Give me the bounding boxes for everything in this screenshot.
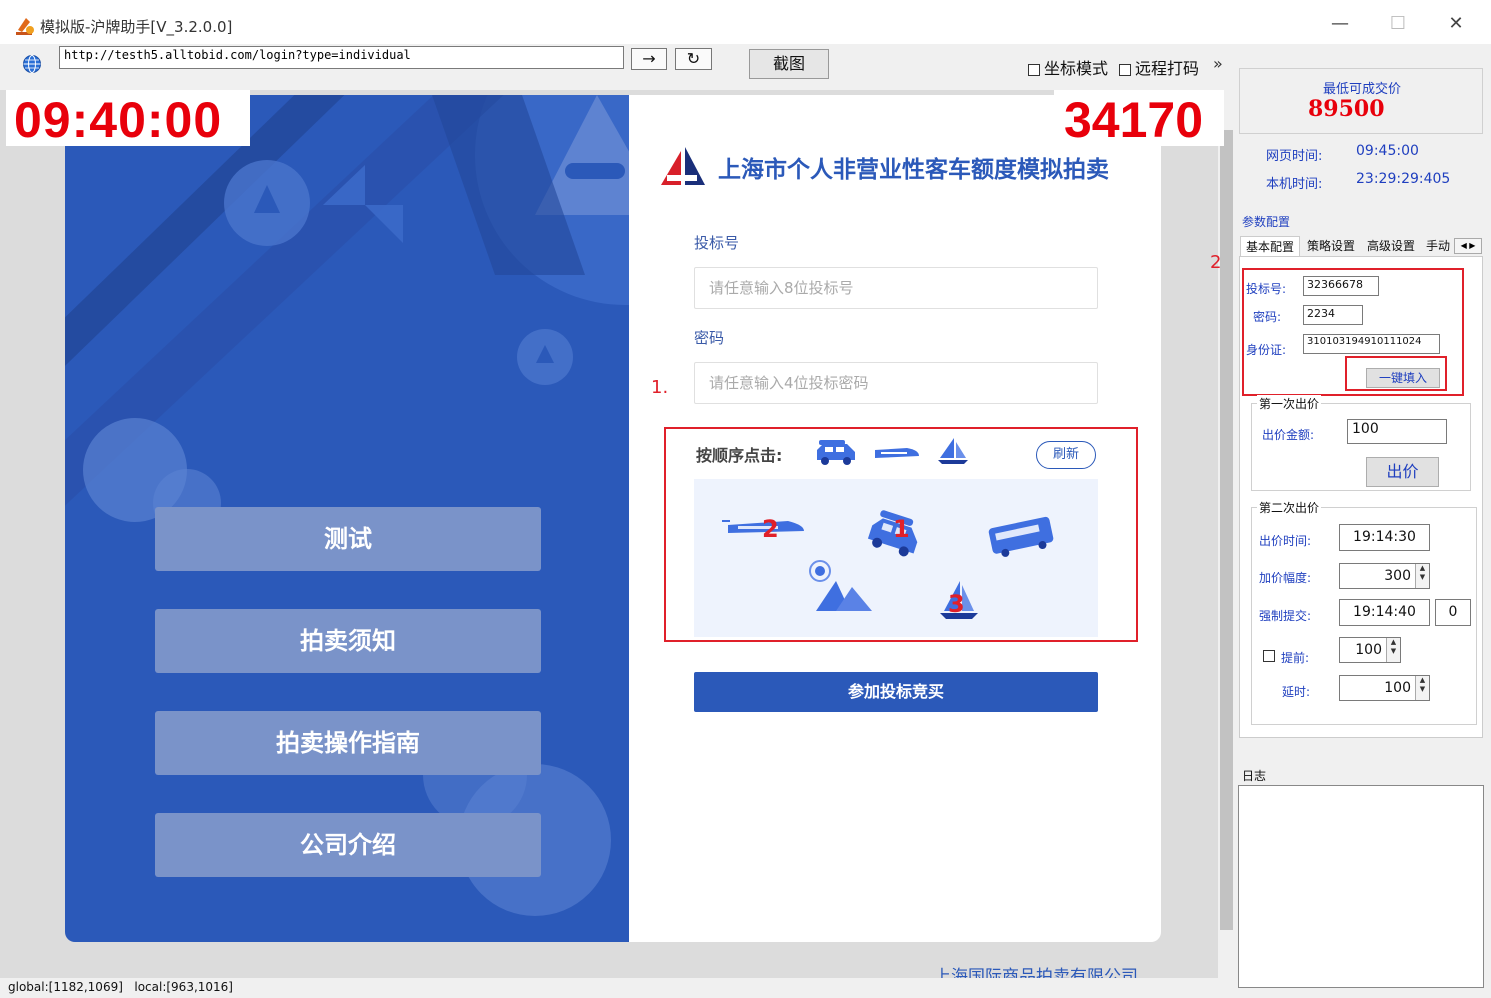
remote-captcha-checkbox[interactable]: 远程打码	[1119, 55, 1199, 79]
local-time-value: 23:29:29:405	[1356, 171, 1451, 187]
bid-time-label: 出价时间:	[1259, 534, 1312, 548]
force-submit-extra-input[interactable]: 0	[1435, 599, 1471, 626]
app-gavel-icon	[16, 18, 34, 35]
status-bar: global:[1182,1069] local:[963,1016]	[0, 978, 1235, 998]
checkbox-box[interactable]	[1028, 63, 1040, 76]
current-price-display: 34170	[1064, 92, 1204, 148]
checkbox-box[interactable]	[1119, 63, 1131, 76]
id-card-label: 身份证:	[1246, 343, 1287, 357]
page-title: 上海市个人非营业性客车额度模拟拍卖	[718, 157, 1109, 183]
password-label: 密码	[694, 329, 725, 347]
web-time-label: 网页时间:	[1266, 149, 1323, 164]
menu-auction-notice-button[interactable]: 拍卖须知	[155, 609, 541, 673]
tab-scroll-arrows[interactable]: ◀ ▶	[1454, 238, 1482, 254]
bid-no-input[interactable]: 32366678	[1303, 276, 1379, 296]
annotation-1: 1.	[651, 377, 669, 398]
url-input[interactable]: http://testh5.alltobid.com/login?type=in…	[59, 46, 624, 69]
second-bid-title: 第二次出价	[1257, 499, 1322, 516]
password-input[interactable]: 请任意输入4位投标密码	[694, 362, 1098, 404]
sailboat-icon	[938, 438, 968, 464]
force-submit-time-input[interactable]: 19:14:40	[1339, 599, 1430, 626]
bid-number-label: 投标号	[694, 234, 740, 252]
captcha-mountain-icon	[809, 560, 872, 611]
log-title: 日志	[1242, 769, 1267, 783]
delay-spinner[interactable]: ▲ ▼	[1415, 676, 1429, 700]
increment-label: 加价幅度:	[1259, 571, 1312, 585]
bid-amount-input[interactable]: 100	[1347, 419, 1447, 444]
tab-manual[interactable]: 手动	[1422, 236, 1454, 256]
captcha-image[interactable]	[694, 479, 1098, 637]
close-button[interactable]: ✕	[1434, 8, 1478, 40]
menu-guide-button[interactable]: 拍卖操作指南	[155, 711, 541, 775]
captcha-instruction: 按顺序点击:	[696, 446, 783, 465]
reload-button[interactable]: ↻	[675, 48, 712, 70]
globe-icon	[23, 55, 41, 73]
advance-checkbox[interactable]	[1263, 650, 1275, 662]
tab-strategy[interactable]: 策略设置	[1302, 236, 1360, 256]
train-icon	[875, 448, 919, 458]
one-click-fill-button[interactable]: 一键填入	[1366, 368, 1440, 388]
log-textarea[interactable]	[1238, 785, 1484, 988]
advance-spinner[interactable]: ▲ ▼	[1386, 638, 1400, 662]
increment-spinner[interactable]: ▲ ▼	[1415, 564, 1429, 588]
captcha-refresh-button[interactable]: 刷新	[1036, 441, 1096, 469]
captcha-order-1: 1	[893, 515, 910, 543]
web-time-value: 09:45:00	[1356, 143, 1419, 159]
menu-company-button[interactable]: 公司介绍	[155, 813, 541, 877]
annotation-2: 2	[1210, 252, 1222, 273]
bid-amount-label: 出价金额:	[1262, 428, 1315, 442]
captcha-scene	[722, 510, 1054, 619]
maximize-button[interactable]: ☐	[1376, 8, 1420, 40]
site-sail-logo-icon	[661, 147, 705, 185]
more-chevron-icon[interactable]: »	[1213, 54, 1223, 73]
local-coords: local:[963,1016]	[134, 980, 233, 994]
go-button[interactable]: →	[631, 48, 667, 70]
coord-mode-label: 坐标模式	[1044, 59, 1109, 78]
tab-basic[interactable]: 基本配置	[1240, 236, 1300, 256]
captcha-bus-icon	[988, 516, 1054, 557]
screenshot-button[interactable]: 截图	[749, 49, 829, 79]
join-bidding-button[interactable]: 参加投标竞买	[694, 672, 1098, 712]
advance-label: 提前:	[1281, 651, 1310, 665]
id-card-input[interactable]: 310103194910111024	[1303, 334, 1440, 354]
bid-time-input[interactable]: 19:14:30	[1339, 524, 1430, 551]
bid-no-label: 投标号:	[1246, 282, 1287, 296]
bid-button[interactable]: 出价	[1366, 457, 1439, 487]
pwd-label: 密码:	[1253, 310, 1282, 324]
min-price-label: 最低可成交价	[1323, 82, 1402, 97]
scrollbar-thumb[interactable]	[1220, 130, 1233, 930]
force-submit-label: 强制提交:	[1259, 609, 1312, 623]
local-time-label: 本机时间:	[1266, 177, 1323, 192]
tab-advanced[interactable]: 高级设置	[1362, 236, 1420, 256]
car-icon	[817, 440, 855, 465]
config-title: 参数配置	[1242, 215, 1291, 229]
window-title: 模拟版-沪牌助手[V_3.2.0.0]	[40, 18, 233, 36]
remote-captcha-label: 远程打码	[1135, 59, 1200, 78]
first-bid-title: 第一次出价	[1257, 395, 1322, 412]
pwd-input[interactable]: 2234	[1303, 305, 1363, 325]
bid-number-input[interactable]: 请任意输入8位投标号	[694, 267, 1098, 309]
minimize-button[interactable]: —	[1318, 8, 1362, 40]
coord-mode-checkbox[interactable]: 坐标模式	[1028, 55, 1108, 79]
clock-display: 09:40:00	[14, 92, 223, 148]
menu-test-button[interactable]: 测试	[155, 507, 541, 571]
captcha-order-3: 3	[948, 590, 965, 618]
min-price-value: 89500	[1308, 96, 1385, 122]
captcha-order-2: 2	[762, 515, 779, 543]
delay-label: 延时:	[1282, 685, 1311, 699]
global-coords: global:[1182,1069]	[8, 980, 123, 994]
